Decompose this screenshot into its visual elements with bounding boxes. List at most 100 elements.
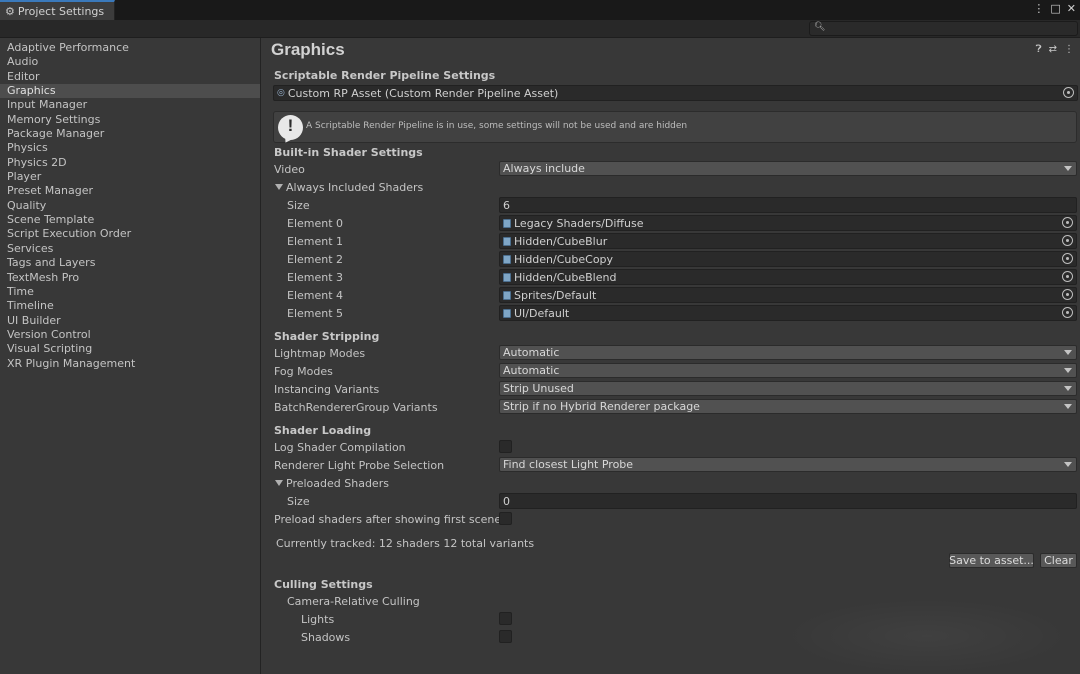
- element-field[interactable]: Hidden/CubeBlur: [499, 233, 1077, 249]
- video-label: Video: [274, 163, 305, 176]
- light-probe-dropdown[interactable]: Find closest Light Probe: [499, 457, 1077, 472]
- always-included-label: Always Included Shaders: [286, 181, 424, 194]
- main-panel: Graphics ❓︎ ⇄ ⋮ Scriptable Render Pipeli…: [262, 38, 1080, 674]
- more-icon[interactable]: ⋮: [1064, 44, 1074, 55]
- sidebar-item-scene-template[interactable]: Scene Template: [0, 213, 260, 227]
- sidebar-item-xr-plugin-management[interactable]: XR Plugin Management: [0, 357, 260, 371]
- preloaded-size-field[interactable]: 0: [499, 493, 1077, 509]
- preset-icon[interactable]: ⇄: [1049, 44, 1057, 55]
- object-picker-icon[interactable]: [1062, 253, 1073, 264]
- element-field[interactable]: Legacy Shaders/Diffuse: [499, 215, 1077, 231]
- sidebar-item-time[interactable]: Time: [0, 285, 260, 299]
- help-message: A Scriptable Render Pipeline is in use, …: [306, 121, 688, 131]
- object-picker-icon[interactable]: [1062, 217, 1073, 228]
- sidebar-item-physics-2d[interactable]: Physics 2D: [0, 156, 260, 170]
- lightmap-modes-value: Automatic: [503, 346, 560, 359]
- tab-project-settings[interactable]: ⚙ Project Settings: [0, 0, 115, 20]
- element-value: UI/Default: [514, 306, 570, 320]
- srp-heading: Scriptable Render Pipeline Settings: [274, 69, 496, 82]
- preload-after-checkbox[interactable]: [499, 512, 512, 525]
- element-value: Hidden/CubeCopy: [514, 252, 614, 266]
- log-compilation-checkbox[interactable]: [499, 440, 512, 453]
- sidebar-item-services[interactable]: Services: [0, 242, 260, 256]
- search-strip: 🔍︎: [0, 20, 1080, 38]
- light-probe-label: Renderer Light Probe Selection: [274, 459, 445, 472]
- help-icon[interactable]: ❓︎: [1036, 44, 1042, 55]
- element-value: Sprites/Default: [514, 288, 597, 302]
- maximize-icon[interactable]: □: [1050, 2, 1060, 16]
- more-menu-icon[interactable]: ⋮: [1033, 2, 1044, 16]
- brg-variants-label: BatchRendererGroup Variants: [274, 401, 438, 414]
- sidebar-item-audio[interactable]: Audio: [0, 55, 260, 69]
- fog-modes-label: Fog Modes: [274, 365, 333, 378]
- element-value: Hidden/CubeBlur: [514, 234, 608, 248]
- sidebar-item-input-manager[interactable]: Input Manager: [0, 98, 260, 112]
- srp-asset-field[interactable]: ◎ Custom RP Asset (Custom Render Pipelin…: [273, 85, 1078, 101]
- object-picker-icon[interactable]: [1062, 307, 1073, 318]
- video-dropdown[interactable]: Always include: [499, 161, 1077, 176]
- instancing-variants-dropdown[interactable]: Strip Unused: [499, 381, 1077, 396]
- brg-variants-dropdown[interactable]: Strip if no Hybrid Renderer package: [499, 399, 1077, 414]
- shader-icon: [503, 218, 511, 228]
- shader-icon: [503, 272, 511, 282]
- culling-shadows-checkbox[interactable]: [499, 630, 512, 643]
- header-icons: ❓︎ ⇄ ⋮: [1036, 44, 1074, 55]
- clear-button[interactable]: Clear: [1040, 553, 1077, 568]
- element-value: Hidden/CubeBlend: [514, 270, 617, 284]
- sidebar-item-graphics[interactable]: Graphics: [0, 84, 260, 99]
- element-label: Element 4: [287, 289, 344, 302]
- chevron-down-icon: [1064, 350, 1072, 355]
- lightmap-modes-label: Lightmap Modes: [274, 347, 366, 360]
- fog-modes-value: Automatic: [503, 364, 560, 377]
- page-title: Graphics: [271, 40, 345, 59]
- element-field[interactable]: Hidden/CubeCopy: [499, 251, 1077, 267]
- search-input[interactable]: 🔍︎: [809, 21, 1078, 36]
- instancing-variants-value: Strip Unused: [503, 382, 574, 395]
- chevron-down-icon: [1064, 404, 1072, 409]
- culling-shadows-label: Shadows: [301, 631, 351, 644]
- sidebar-item-quality[interactable]: Quality: [0, 199, 260, 213]
- sidebar-item-physics[interactable]: Physics: [0, 141, 260, 155]
- element-label: Element 5: [287, 307, 344, 320]
- fog-modes-dropdown[interactable]: Automatic: [499, 363, 1077, 378]
- sidebar-item-package-manager[interactable]: Package Manager: [0, 127, 260, 141]
- always-included-foldout[interactable]: Always Included Shaders: [275, 181, 423, 194]
- help-box: ! A Scriptable Render Pipeline is in use…: [273, 111, 1077, 143]
- sidebar-item-editor[interactable]: Editor: [0, 70, 260, 84]
- srp-asset-value: Custom RP Asset (Custom Render Pipeline …: [287, 86, 559, 100]
- close-icon[interactable]: ✕: [1067, 2, 1076, 16]
- element-field[interactable]: Sprites/Default: [499, 287, 1077, 303]
- preloaded-shaders-foldout[interactable]: Preloaded Shaders: [275, 477, 389, 490]
- preloaded-size-value: 0: [503, 494, 510, 508]
- object-picker-icon[interactable]: [1062, 271, 1073, 282]
- lightmap-modes-dropdown[interactable]: Automatic: [499, 345, 1077, 360]
- sidebar-item-script-execution-order[interactable]: Script Execution Order: [0, 227, 260, 241]
- shaders-size-field[interactable]: 6: [499, 197, 1077, 213]
- foldout-arrow-icon: [275, 480, 283, 486]
- sidebar-item-timeline[interactable]: Timeline: [0, 299, 260, 313]
- shaders-size-value: 6: [503, 198, 510, 212]
- tab-title: Project Settings: [17, 4, 105, 18]
- element-label: Element 0: [287, 217, 344, 230]
- sidebar-item-textmesh-pro[interactable]: TextMesh Pro: [0, 271, 260, 285]
- object-picker-icon[interactable]: [1062, 289, 1073, 300]
- sidebar-item-memory-settings[interactable]: Memory Settings: [0, 113, 260, 127]
- chevron-down-icon: [1064, 462, 1072, 467]
- sidebar-item-player[interactable]: Player: [0, 170, 260, 184]
- object-picker-icon[interactable]: [1063, 87, 1074, 98]
- render-pipeline-asset-icon: ◎: [277, 88, 285, 98]
- culling-lights-checkbox[interactable]: [499, 612, 512, 625]
- sidebar-item-adaptive-performance[interactable]: Adaptive Performance: [0, 41, 260, 55]
- element-field[interactable]: UI/Default: [499, 305, 1077, 321]
- sidebar-item-preset-manager[interactable]: Preset Manager: [0, 184, 260, 198]
- window-controls: ⋮ □ ✕: [1033, 2, 1076, 16]
- sidebar-item-tags-and-layers[interactable]: Tags and Layers: [0, 256, 260, 270]
- save-to-asset-button[interactable]: Save to asset...: [949, 553, 1034, 568]
- sidebar-item-visual-scripting[interactable]: Visual Scripting: [0, 342, 260, 356]
- sidebar-item-version-control[interactable]: Version Control: [0, 328, 260, 342]
- object-picker-icon[interactable]: [1062, 235, 1073, 246]
- warning-icon: !: [278, 115, 303, 140]
- builtin-heading: Built-in Shader Settings: [274, 146, 423, 159]
- sidebar-item-ui-builder[interactable]: UI Builder: [0, 314, 260, 328]
- element-field[interactable]: Hidden/CubeBlend: [499, 269, 1077, 285]
